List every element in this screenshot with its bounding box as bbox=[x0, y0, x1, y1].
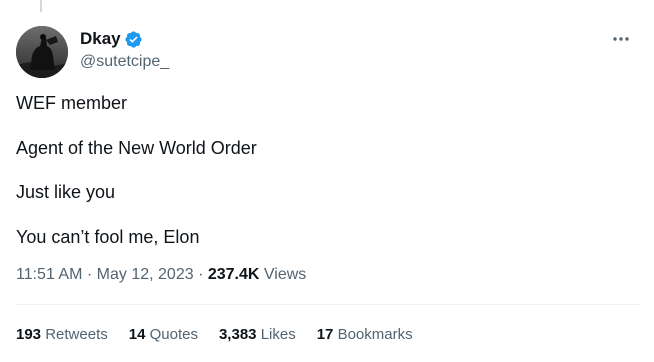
tweet-header: Dkay @sutetcipe_ bbox=[16, 24, 640, 80]
divider bbox=[16, 304, 640, 305]
quotes-count: 14 bbox=[128, 326, 146, 343]
tweet-stats: 193 Retweets 14 Quotes 3,383 Likes 17 Bo… bbox=[16, 326, 434, 343]
quotes-stat[interactable]: 14 Quotes bbox=[129, 326, 198, 343]
likes-label: Likes bbox=[260, 326, 296, 343]
views-label: Views bbox=[263, 266, 307, 283]
tweet: Dkay @sutetcipe_ WEF member Agent of the… bbox=[16, 0, 640, 362]
tweet-meta: 11:51 AM · May 12, 2023 · 237.4K Views bbox=[16, 266, 306, 284]
bookmarks-count: 17 bbox=[316, 326, 334, 343]
tweet-line: WEF member bbox=[16, 93, 128, 113]
more-horizontal-icon[interactable] bbox=[608, 28, 634, 50]
avatar-image bbox=[16, 26, 68, 78]
likes-count: 3,383 bbox=[218, 326, 257, 343]
tweet-line: Agent of the New World Order bbox=[16, 137, 257, 158]
meta-separator: · bbox=[198, 266, 204, 283]
display-name-row: Dkay bbox=[80, 28, 169, 50]
retweets-label: Retweets bbox=[45, 326, 108, 343]
bookmarks-label: Bookmarks bbox=[337, 326, 413, 343]
tweet-line: You can’t fool me, Elon bbox=[16, 226, 200, 247]
retweets-stat[interactable]: 193 Retweets bbox=[16, 326, 108, 343]
likes-stat[interactable]: 3,383 Likes bbox=[219, 326, 296, 343]
tweet-time[interactable]: 11:51 AM bbox=[16, 266, 82, 283]
author-handle[interactable]: @sutetcipe_ bbox=[80, 53, 169, 71]
tweet-text: WEF member Agent of the New World Order … bbox=[16, 92, 257, 270]
retweets-count: 193 bbox=[16, 326, 42, 343]
views-count: 237.4K bbox=[207, 266, 260, 283]
avatar[interactable] bbox=[16, 26, 68, 78]
meta-separator: · bbox=[86, 266, 93, 283]
bookmarks-stat[interactable]: 17 Bookmarks bbox=[317, 326, 413, 343]
author-block: Dkay @sutetcipe_ bbox=[80, 28, 169, 71]
quotes-label: Quotes bbox=[149, 326, 198, 343]
tweet-line: Just like you bbox=[16, 182, 116, 202]
verified-badge-icon[interactable] bbox=[124, 30, 143, 49]
display-name[interactable]: Dkay bbox=[80, 29, 121, 49]
tweet-date[interactable]: May 12, 2023 bbox=[97, 266, 194, 283]
